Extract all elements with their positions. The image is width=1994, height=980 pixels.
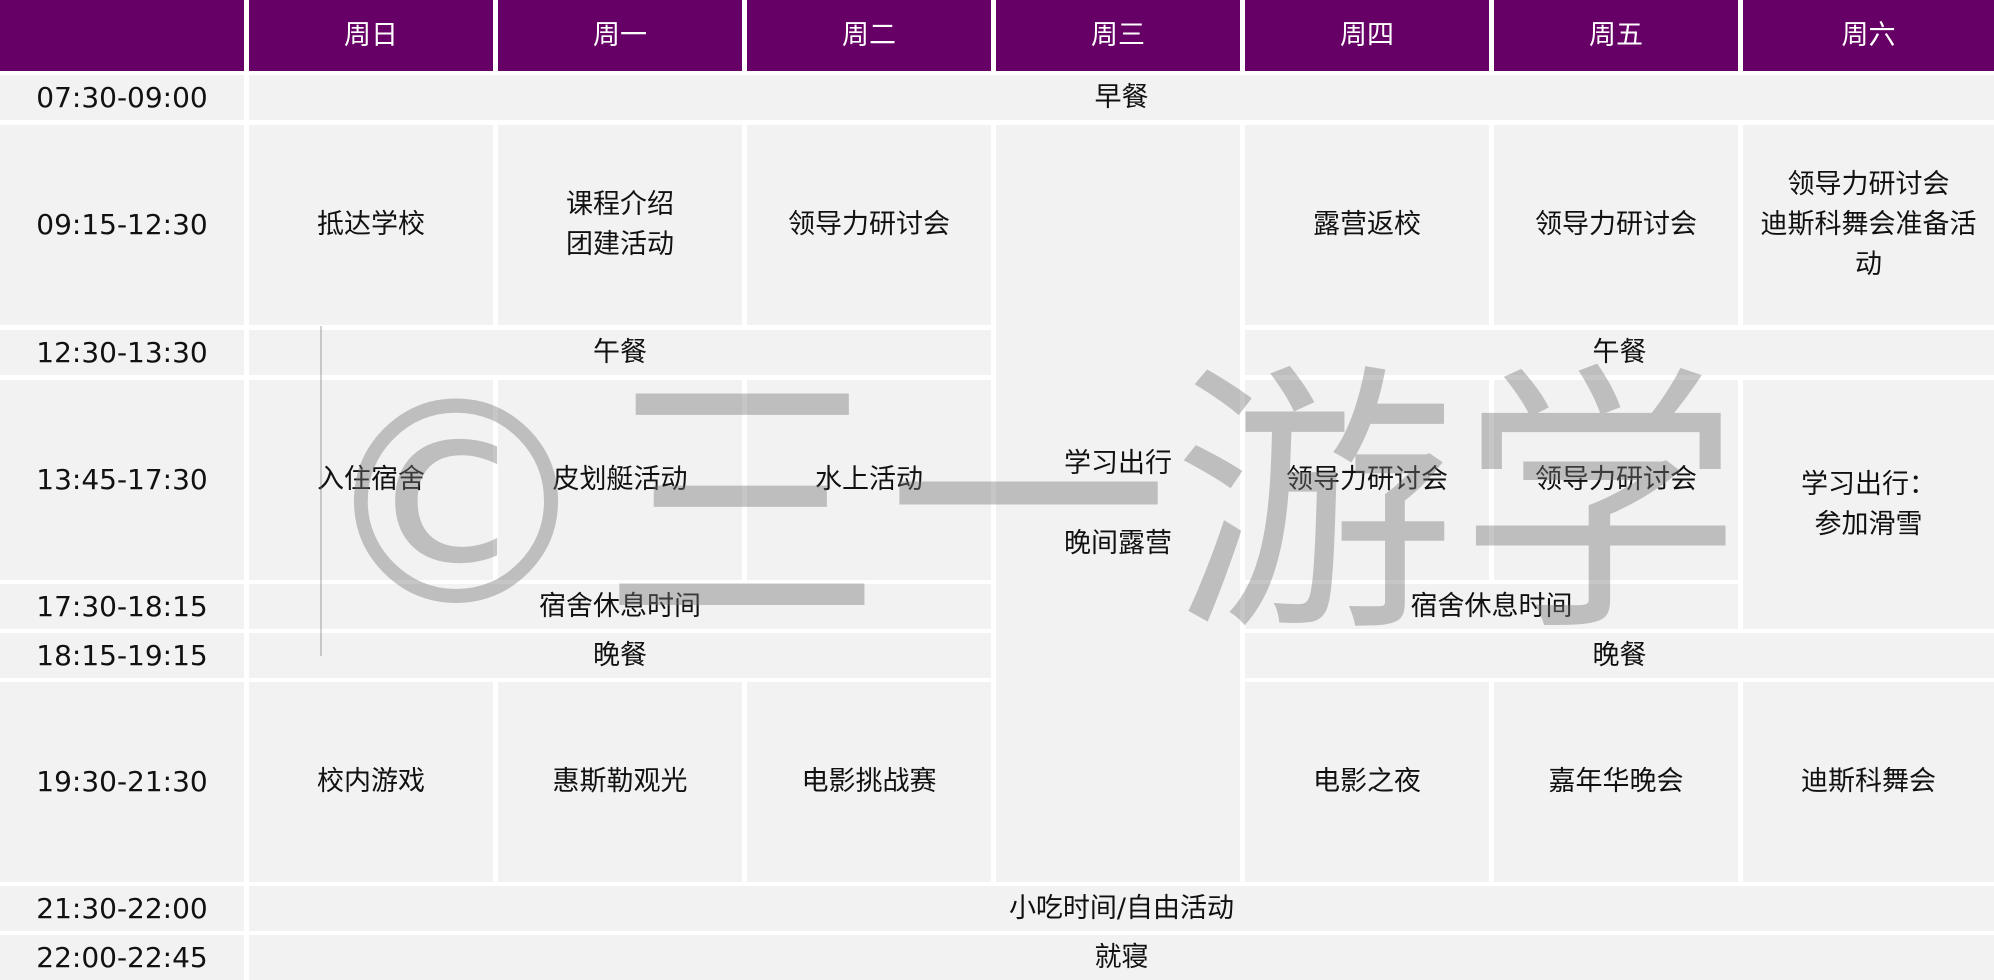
header-monday: 周一 — [498, 0, 742, 71]
breakfast-cell: 早餐 — [249, 75, 1994, 120]
watermark-divider — [320, 326, 322, 656]
saturday-morning-cell: 领导力研讨会 迪斯科舞会准备活 动 — [1743, 125, 1994, 325]
friday-afternoon-cell: 领导力研讨会 — [1494, 380, 1738, 580]
snack-cell: 小吃时间/自由活动 — [249, 886, 1994, 931]
header-thursday: 周四 — [1245, 0, 1489, 71]
header-tuesday: 周二 — [747, 0, 991, 71]
friday-morning-cell: 领导力研讨会 — [1494, 125, 1738, 325]
time-slot: 09:15-12:30 — [0, 125, 244, 325]
thursday-morning-cell: 露营返校 — [1245, 125, 1489, 325]
saturday-morning-line: 领导力研讨会 — [1787, 169, 1950, 200]
monday-afternoon-cell: 皮划艇活动 — [498, 380, 742, 580]
header-corner — [0, 0, 244, 71]
monday-morning-cell: 课程介绍 团建活动 — [498, 125, 742, 325]
saturday-afternoon-line: 学习出行： — [1801, 468, 1936, 500]
wednesday-trip-line: 晚间露营 — [1064, 527, 1172, 559]
lunch-cell-left: 午餐 — [249, 330, 991, 375]
thursday-afternoon-cell: 领导力研讨会 — [1245, 380, 1489, 580]
saturday-morning-line: 动 — [1855, 249, 1882, 280]
time-slot: 21:30-22:00 — [0, 886, 244, 931]
rest-cell-right: 宿舍休息时间 — [1245, 584, 1738, 629]
time-slot: 19:30-21:30 — [0, 682, 244, 882]
saturday-afternoon-line: 参加滑雪 — [1814, 508, 1923, 540]
saturday-evening-cell: 迪斯科舞会 — [1743, 682, 1994, 882]
monday-morning-line: 团建活动 — [566, 229, 674, 260]
thursday-evening-cell: 电影之夜 — [1245, 682, 1489, 882]
dinner-cell-left: 晚餐 — [249, 633, 991, 678]
tuesday-afternoon-cell: 水上活动 — [747, 380, 991, 580]
header-sunday: 周日 — [249, 0, 493, 71]
time-slot: 17:30-18:15 — [0, 584, 244, 629]
saturday-afternoon-cell: 学习出行： 参加滑雪 — [1743, 380, 1994, 629]
tuesday-evening-cell: 电影挑战赛 — [747, 682, 991, 882]
friday-evening-cell: 嘉年华晚会 — [1494, 682, 1738, 882]
saturday-morning-line: 迪斯科舞会准备活 — [1760, 209, 1977, 240]
tuesday-morning-cell: 领导力研讨会 — [747, 125, 991, 325]
monday-evening-cell: 惠斯勒观光 — [498, 682, 742, 882]
wednesday-trip-cell: 学习出行 晚间露营 — [996, 125, 1240, 882]
sunday-afternoon-cell: 入住宿舍 — [249, 380, 493, 580]
sleep-cell: 就寝 — [249, 935, 1994, 980]
header-wednesday: 周三 — [996, 0, 1240, 71]
lunch-cell-right: 午餐 — [1245, 330, 1994, 375]
wednesday-trip-line: 学习出行 — [1064, 447, 1172, 479]
dinner-cell-right: 晚餐 — [1245, 633, 1994, 678]
header-saturday: 周六 — [1743, 0, 1994, 71]
time-slot: 22:00-22:45 — [0, 935, 244, 980]
rest-cell-left: 宿舍休息时间 — [249, 584, 991, 629]
time-slot: 18:15-19:15 — [0, 633, 244, 678]
time-slot: 12:30-13:30 — [0, 330, 244, 375]
sunday-evening-cell: 校内游戏 — [249, 682, 493, 882]
header-friday: 周五 — [1494, 0, 1738, 71]
monday-morning-line: 课程介绍 — [566, 189, 674, 220]
time-slot: 07:30-09:00 — [0, 75, 244, 120]
sunday-morning-cell: 抵达学校 — [249, 125, 493, 325]
time-slot: 13:45-17:30 — [0, 380, 244, 580]
